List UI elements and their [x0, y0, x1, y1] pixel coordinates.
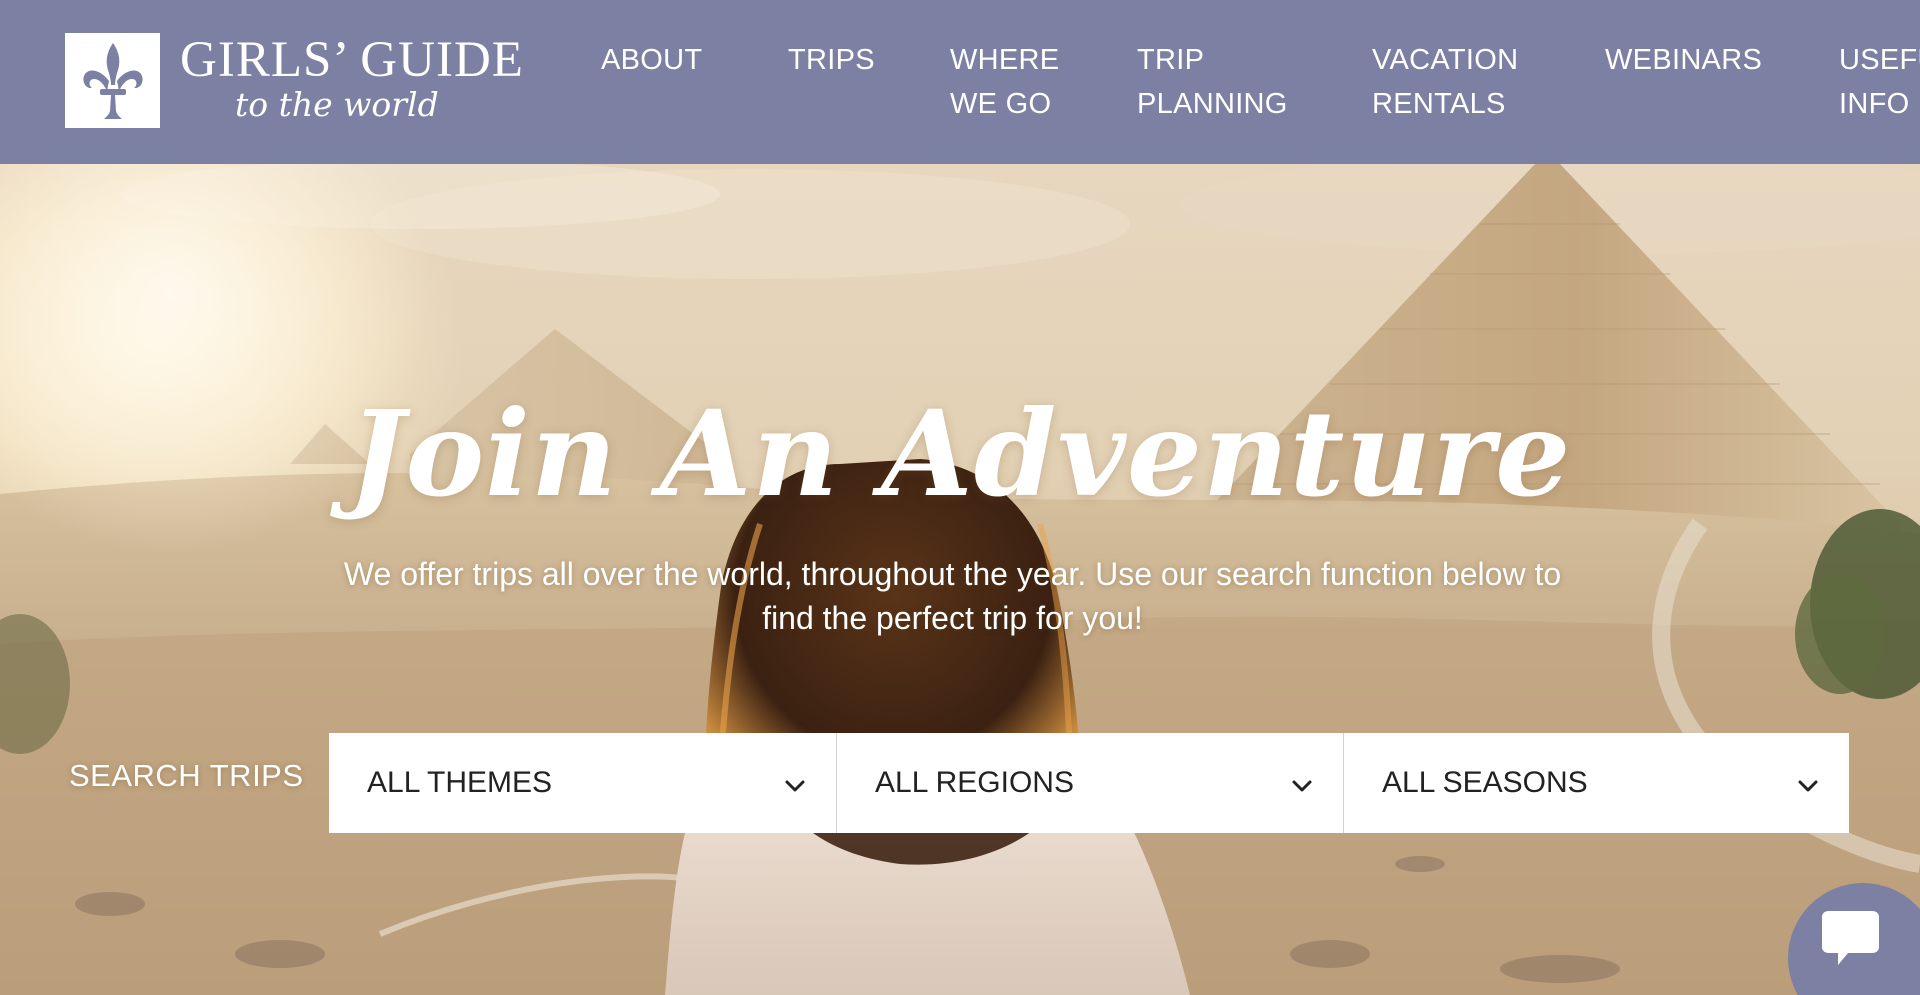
- seasons-select-value: ALL SEASONS: [1382, 766, 1588, 799]
- chat-bubble-icon: [1822, 911, 1879, 965]
- nav-label-line2: RENTALS: [1372, 88, 1506, 120]
- nav-label: WEBINARS: [1605, 44, 1763, 76]
- themes-select-value: ALL THEMES: [367, 766, 553, 799]
- search-trips-label: SEARCH TRIPS: [69, 758, 304, 793]
- seasons-select[interactable]: ALL SEASONS: [1343, 733, 1849, 833]
- nav-label-line2: PLANNING: [1137, 88, 1288, 120]
- nav-label-line1: VACATION: [1372, 44, 1519, 76]
- hero-title: Join An Adventure: [348, 384, 1572, 523]
- nav-label: ABOUT: [601, 44, 703, 76]
- nav-item-vacation-rentals[interactable]: VACATION RENTALS: [1372, 38, 1518, 126]
- nav-label-line1: TRIP: [1137, 44, 1205, 76]
- nav-item-trip-planning[interactable]: TRIP PLANNING: [1137, 38, 1288, 126]
- chevron-down-icon: [1292, 780, 1312, 792]
- hero-subtitle: We offer trips all over the world, throu…: [343, 556, 1562, 636]
- nav-item-where-we-go[interactable]: WHERE WE GO: [950, 38, 1059, 126]
- nav-item-webinars[interactable]: WEBINARS: [1605, 38, 1762, 82]
- nav-label: TRIPS: [788, 44, 875, 76]
- nav-item-trips[interactable]: TRIPS: [788, 38, 875, 82]
- regions-select-value: ALL REGIONS: [875, 766, 1074, 799]
- nav-item-useful-info[interactable]: USEFU INFO: [1839, 38, 1920, 126]
- nav-label-line1: USEFU: [1839, 44, 1920, 76]
- site-header: GIRLS’ GUIDE to the world ABOUT TRIPS WH…: [0, 0, 1920, 164]
- chevron-down-icon: [785, 780, 805, 792]
- themes-select[interactable]: ALL THEMES: [329, 733, 836, 833]
- nav-label-line2: WE GO: [950, 88, 1052, 120]
- nav-label-line2: INFO: [1839, 88, 1910, 120]
- nav-label-line1: WHERE: [950, 44, 1060, 76]
- main-nav: ABOUT TRIPS WHERE WE GO TRIP PLANNING VA…: [0, 0, 1920, 164]
- nav-item-about[interactable]: ABOUT: [601, 38, 702, 82]
- chevron-down-icon: [1798, 780, 1818, 792]
- regions-select[interactable]: ALL REGIONS: [836, 733, 1343, 833]
- hero-banner: Join An Adventure We offer trips all ove…: [0, 164, 1920, 995]
